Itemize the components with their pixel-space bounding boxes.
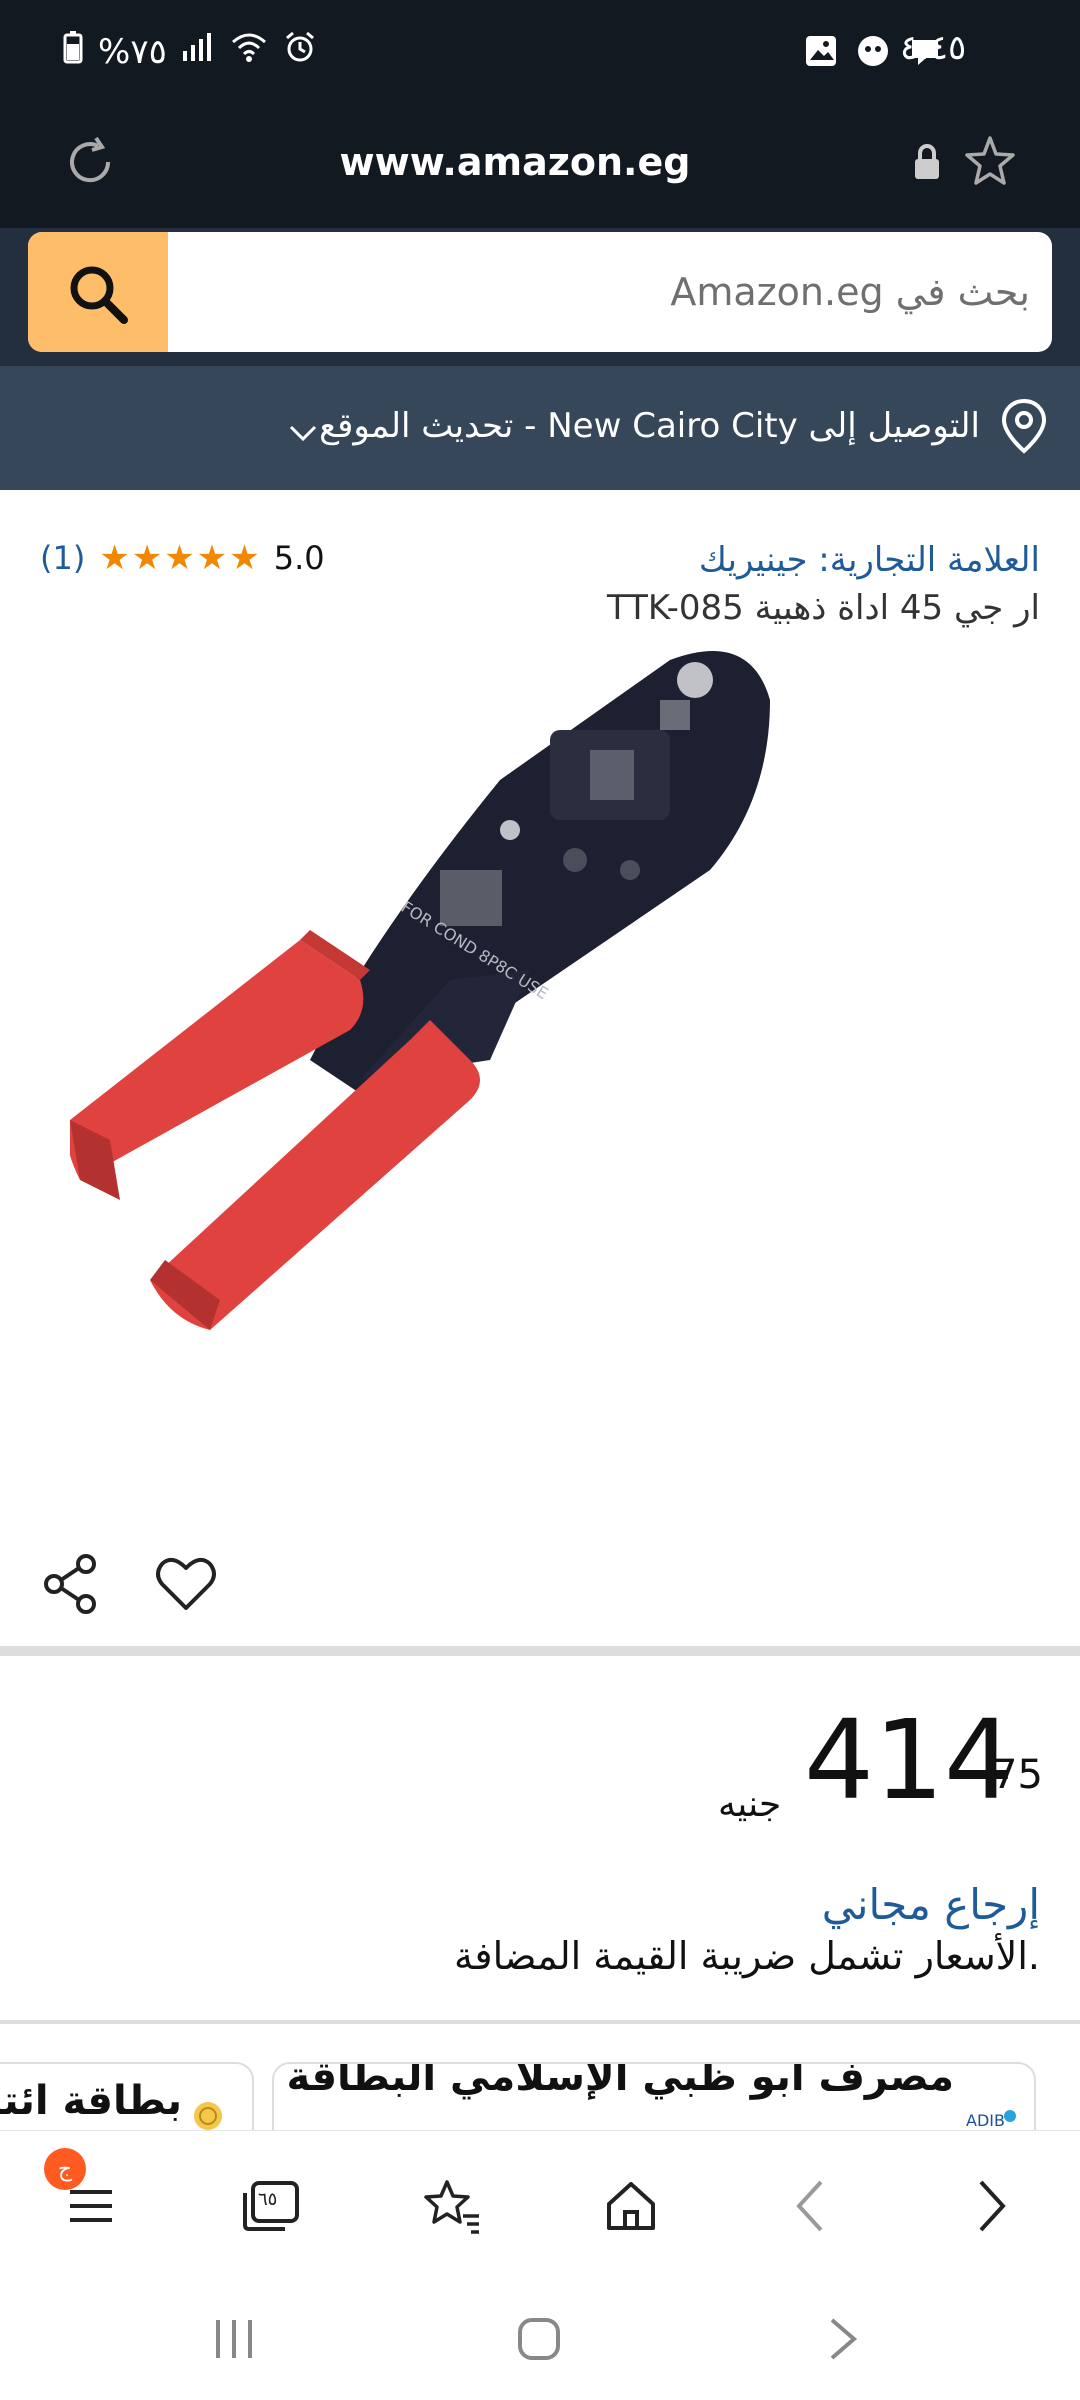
forward-button[interactable] [956,2171,1026,2241]
free-returns-link[interactable]: إرجاع مجاني [822,1880,1040,1929]
search-icon [64,260,134,334]
search-input[interactable]: بحث في Amazon.eg [188,232,1030,352]
chevron-left-icon [796,2180,823,2232]
url-text[interactable]: www.amazon.eg [0,140,1030,184]
home-button[interactable] [596,2171,666,2241]
chevron-down-icon [288,424,318,446]
search-area: بحث في Amazon.eg [0,228,1080,366]
svg-text:ADIB: ADIB [966,2111,1005,2130]
offer-text: مصرف أبو ظبي الإسلامي البطاقة المغطاة [274,2062,954,2100]
star-icon: ★ [131,538,163,578]
product-image[interactable]: FOR COND 8P8C USE [66,640,1010,1480]
rating-count[interactable]: (1) [40,539,85,577]
clock: ٤:٤٥ [900,28,967,68]
bookmarks-button[interactable] [416,2171,486,2241]
star-icon: ★ [229,538,260,578]
image-notification-icon [804,34,838,72]
alarm-icon [283,30,317,73]
browser-url-bar: www.amazon.eg [0,112,1080,228]
bookmark-star-icon[interactable] [960,132,1020,196]
battery-icon [62,30,84,73]
status-left-icons: %٧٥ [62,30,317,73]
offer-text: بطاقة ائتمان [0,2078,182,2124]
home-icon [607,2182,655,2230]
price-whole: 414 [804,1696,1014,1824]
chevron-right-nav-icon [830,2318,858,2360]
product-title: ار جي 45 اداة ذهبية TTK-085 [606,588,1040,628]
location-pin-icon [1000,398,1048,458]
brand-link[interactable]: العلامة التجارية: جينيريك [699,540,1040,580]
share-button[interactable] [40,1552,104,1620]
recent-apps-button[interactable] [210,2314,260,2368]
rating-stars: ★ ★ ★ ★ ★ [99,538,259,578]
search-box[interactable]: بحث في Amazon.eg [28,232,1052,352]
home-nav-button[interactable] [514,2314,564,2368]
signal-icon [181,32,215,72]
menu-badge: ج [44,2148,86,2190]
heart-icon [156,1557,216,1610]
share-icon [44,1554,96,1614]
star-icon: ★ [99,538,130,578]
tabs-count: ٦٥ [258,2189,278,2210]
browser-toolbar: ٦٥ [0,2130,1080,2281]
delivery-location-bar[interactable]: التوصيل إلى New Cairo City - تحديث الموق… [0,366,1080,490]
hamburger-icon [70,2190,112,2222]
section-divider [0,2020,1080,2024]
wifi-icon [229,30,269,73]
bookmarks-star-icon [424,2180,479,2234]
status-bar: %٧٥ ٤:٤٥ [0,0,1080,112]
rating-value: 5.0 [273,539,325,577]
system-navigation-bar [0,2280,1080,2400]
search-button[interactable] [28,232,168,352]
vat-note: .الأسعار تشمل ضريبة القيمة المضافة [454,1934,1040,1978]
price-currency: جنيه [718,1784,782,1825]
price-cents: 75 [992,1752,1043,1798]
star-icon: ★ [164,538,195,578]
star-icon: ★ [196,538,228,578]
recents-icon [216,2320,252,2358]
lock-icon [912,142,942,186]
chevron-right-icon [979,2180,1006,2232]
app-notification-icon [856,34,890,72]
delivery-text[interactable]: التوصيل إلى New Cairo City - تحديث الموق… [319,406,980,446]
battery-text: %٧٥ [98,31,167,72]
wishlist-button[interactable] [154,1552,218,1620]
rating[interactable]: (1) ★ ★ ★ ★ ★ 5.0 [40,536,325,580]
home-square-icon [518,2318,560,2360]
back-button[interactable] [776,2171,846,2241]
section-divider [0,1646,1080,1656]
tabs-button[interactable]: ٦٥ [236,2171,306,2241]
back-nav-button[interactable] [818,2314,868,2368]
price: جنيه 414 75 [718,1696,1043,1840]
